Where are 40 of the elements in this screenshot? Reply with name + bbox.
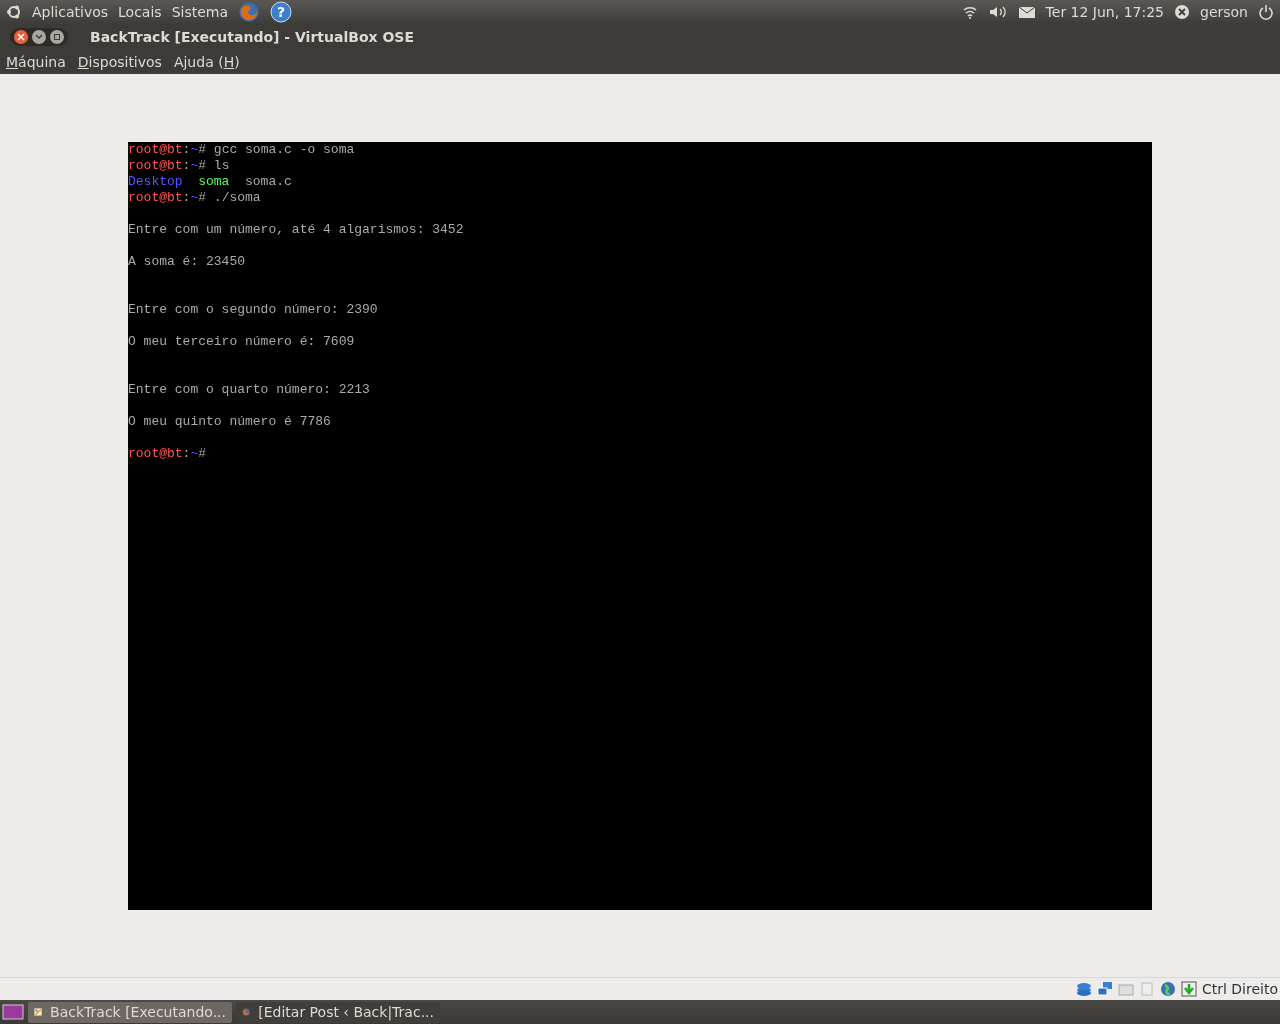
clock[interactable]: Ter 12 Jun, 17:25: [1045, 4, 1164, 20]
panel-menu[interactable]: Sistema: [171, 4, 229, 20]
network-icon[interactable]: [1096, 981, 1113, 997]
host-key-label: Ctrl Direito: [1201, 981, 1278, 997]
menu-item[interactable]: Máquina: [6, 54, 66, 70]
minimize-button[interactable]: [32, 30, 46, 44]
user-name[interactable]: gerson: [1200, 4, 1248, 20]
power-icon[interactable]: [1258, 4, 1274, 20]
terminal-line: Desktop soma soma.c: [128, 173, 293, 190]
menu-item[interactable]: Dispositivos: [77, 54, 162, 70]
status-icon[interactable]: [1174, 4, 1190, 20]
terminal-line: root@bt:~# gcc soma.c -o soma: [128, 141, 356, 158]
close-button[interactable]: [14, 30, 28, 44]
menu-item[interactable]: Ajuda (H): [173, 54, 240, 70]
terminal-line: O meu quinto número é 7786: [128, 413, 332, 430]
panel-menu[interactable]: Locais: [118, 4, 162, 20]
terminal-line: root@bt:~# ls: [128, 157, 231, 174]
close-icon: [17, 33, 25, 41]
disk-icon[interactable]: [1075, 981, 1092, 997]
terminal-line: root@bt:~#: [128, 445, 208, 462]
taskbar-item[interactable]: BackTrack [Executando...: [28, 1001, 232, 1023]
logo-icon[interactable]: [6, 4, 22, 20]
download-icon[interactable]: [1180, 981, 1197, 997]
terminal-line: Entre com o segundo número: 2390: [128, 301, 379, 318]
taskbar-item[interactable]: [Editar Post ‹ Back|Trac...: [236, 1001, 440, 1023]
help-icon[interactable]: ?: [270, 1, 293, 23]
terminal-line: Entre com o quarto número: 2213: [128, 381, 371, 398]
browser-icon[interactable]: [238, 1, 261, 23]
maximize-button[interactable]: [50, 30, 64, 44]
terminal-line: root@bt:~# ./soma: [128, 189, 262, 206]
panel-menu[interactable]: Aplicativos: [32, 4, 109, 20]
wifi-icon[interactable]: [961, 4, 978, 20]
window-title: BackTrack [Executando] - VirtualBox OSE: [90, 29, 414, 45]
terminal-line: O meu terceiro número é: 7609: [128, 333, 356, 350]
terminal-line: Entre com um número, até 4 algarismos: 3452: [128, 221, 465, 238]
chevron-icon: [35, 33, 43, 41]
terminal-line: A soma é: 23450: [128, 253, 247, 270]
mail-icon[interactable]: [1017, 4, 1036, 20]
volume-icon[interactable]: [987, 4, 1008, 20]
globe-icon[interactable]: [1159, 981, 1176, 997]
